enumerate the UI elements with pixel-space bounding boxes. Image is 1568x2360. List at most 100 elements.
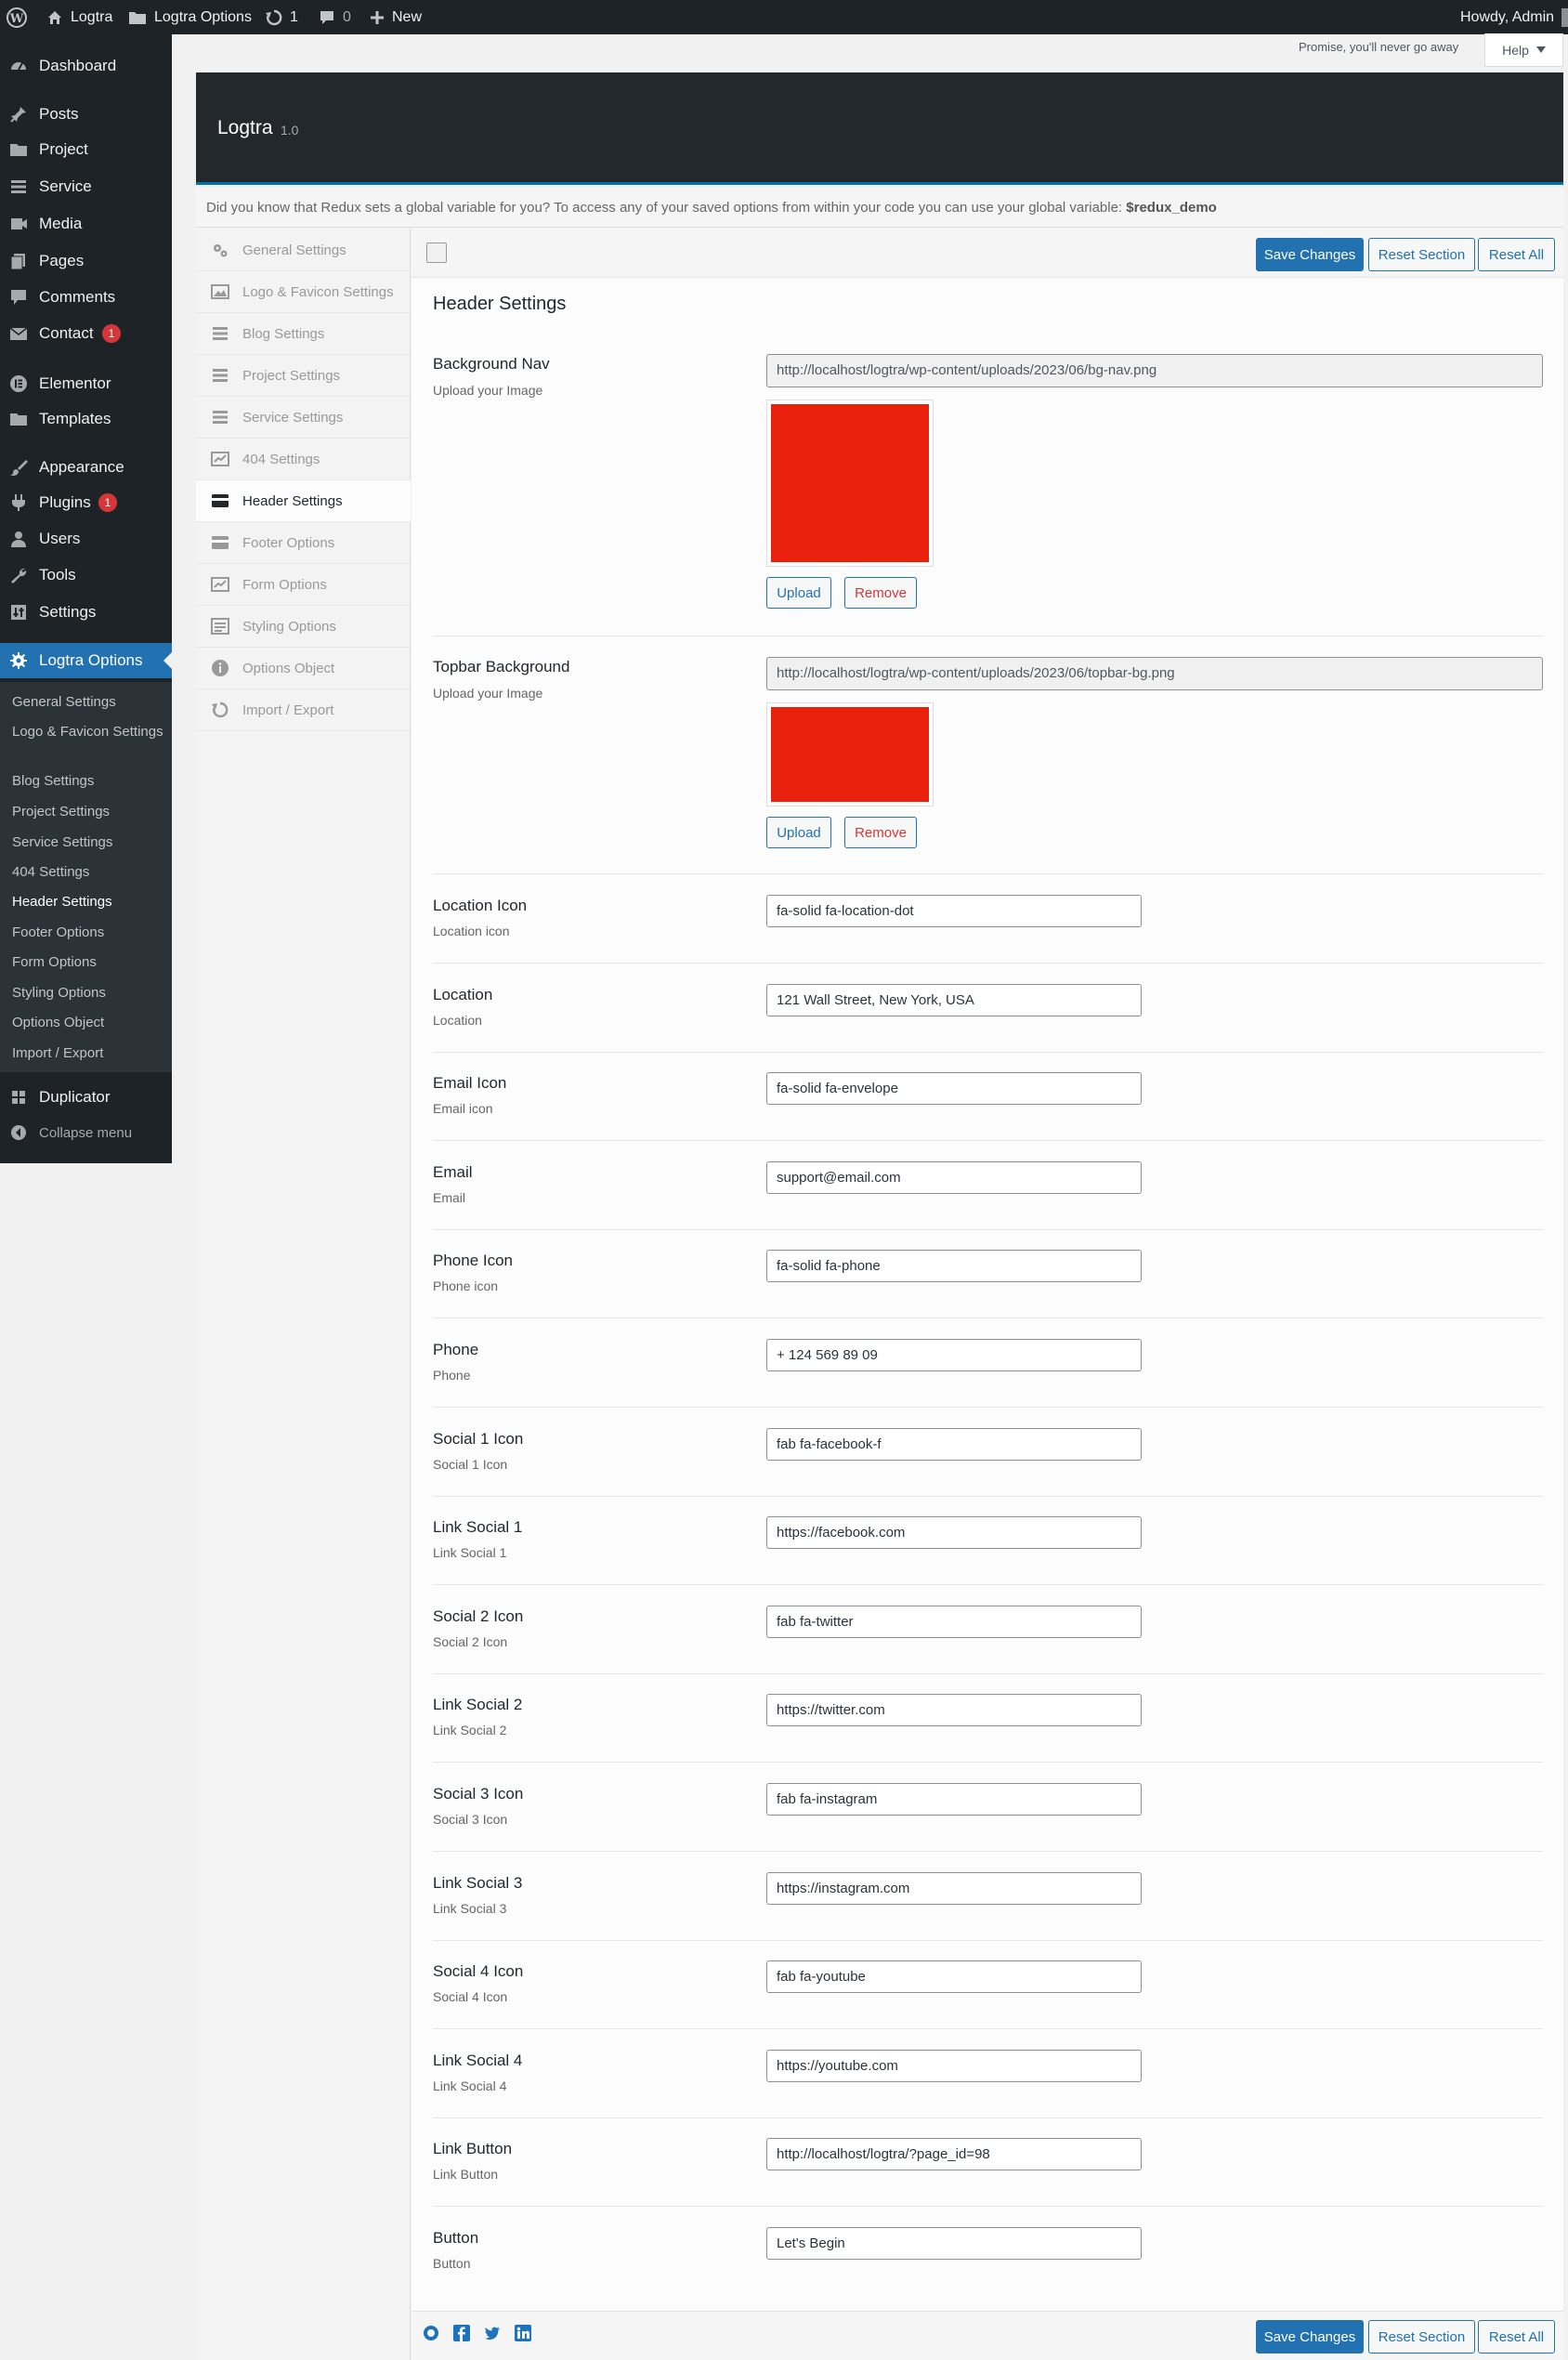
submenu-item-404-settings[interactable]: 404 Settings [12,863,165,882]
section-tab-styling-options[interactable]: Styling Options [196,606,411,648]
section-tab-form-options[interactable]: Form Options [196,564,411,606]
linkedin-icon[interactable] [515,2325,531,2341]
redux-icon[interactable] [423,2325,439,2341]
sidebar-item-pages[interactable]: Pages [0,243,172,279]
site-name-link[interactable]: Logtra [46,0,112,34]
options-link[interactable]: Logtra Options [128,0,252,34]
upload-button[interactable]: Upload [766,817,831,848]
sidebar-item-plugins[interactable]: Plugins 1 [0,485,172,520]
sidebar-item-label: Posts [39,105,79,123]
sidebar-item-elementor[interactable]: Elementor [0,366,172,401]
section-tab-import-export[interactable]: Import / Export [196,689,411,731]
text-input-link-button[interactable]: http://localhost/logtra/?page_id=98 [766,2138,1142,2171]
section-tab-footer-options[interactable]: Footer Options [196,522,411,564]
updates-link[interactable]: 1 [266,0,298,34]
text-input-phone[interactable]: + 124 569 89 09 [766,1339,1142,1371]
text-input-social-2-icon[interactable]: fab fa-twitter [766,1605,1142,1638]
duplicator-icon [9,1088,28,1107]
remove-button[interactable]: Remove [844,577,917,609]
reset-all-button[interactable]: Reset All [1478,238,1555,271]
text-input-button[interactable]: Let's Begin [766,2227,1142,2260]
facebook-icon[interactable] [453,2325,470,2341]
reset-section-button[interactable]: Reset Section [1368,238,1475,271]
count-badge: 1 [102,324,121,343]
submenu-item-logo-favicon-settings[interactable]: Logo & Favicon Settings [12,723,165,741]
redux-main-panel [412,228,1563,2360]
text-input-link-social-3[interactable]: https://instagram.com [766,1871,1142,1905]
help-tab[interactable]: Help [1484,33,1563,67]
section-tab-general-settings[interactable]: General Settings [196,229,411,271]
text-input-link-social-1[interactable]: https://facebook.com [766,1516,1142,1550]
text-input-social-1-icon[interactable]: fab fa-facebook-f [766,1427,1142,1461]
field-separator [433,1407,1543,1408]
sidebar-item-contact[interactable]: Contact 1 [0,316,172,351]
sidebar-item-templates[interactable]: Templates [0,401,172,437]
field-title: Social 4 Icon [433,1962,524,1981]
section-tab-404-settings[interactable]: 404 Settings [196,439,411,480]
submenu-item-options-object[interactable]: Options Object [12,1014,165,1032]
field-title: Social 2 Icon [433,1606,524,1625]
reset-section-button[interactable]: Reset Section [1368,2320,1475,2353]
reset-all-button[interactable]: Reset All [1478,2320,1555,2353]
upload-button[interactable]: Upload [766,577,831,609]
expand-options-icon[interactable] [426,243,447,263]
submenu-item-general-settings[interactable]: General Settings [12,693,165,712]
wordpress-logo-icon[interactable]: W [6,0,28,34]
my-account-link[interactable]: Howdy, Admin [1460,0,1568,34]
submenu-item-project-settings[interactable]: Project Settings [12,803,165,821]
text-input-email-icon[interactable]: fa-solid fa-envelope [766,1072,1142,1106]
save-changes-button[interactable]: Save Changes [1256,2320,1364,2353]
submenu-item-styling-options[interactable]: Styling Options [12,984,165,1003]
submenu-item-footer-options[interactable]: Footer Options [12,924,165,942]
submenu-item-import-export[interactable]: Import / Export [12,1044,165,1063]
comments-link[interactable]: 0 [319,0,351,34]
submenu-item-header-settings[interactable]: Header Settings [12,893,165,911]
remove-button[interactable]: Remove [844,817,917,848]
text-input-link-social-2[interactable]: https://twitter.com [766,1694,1142,1727]
sidebar-item-settings[interactable]: Settings [0,595,172,630]
sidebar-item-appearance[interactable]: Appearance [0,450,172,485]
field-title: Email Icon [433,1074,507,1093]
sidebar-item-comments[interactable]: Comments [0,280,172,315]
folder-icon [9,410,28,428]
section-tab-label: Project Settings [242,367,341,384]
text-input-email[interactable]: support@email.com [766,1160,1142,1194]
twitter-icon[interactable] [484,2325,501,2341]
sidebar-item-posts[interactable]: Posts [0,97,172,132]
save-changes-button[interactable]: Save Changes [1256,238,1364,271]
sidebar-item-collapse-menu[interactable]: Collapse menu [0,1115,172,1150]
sidebar-item-media[interactable]: Media [0,206,172,242]
field-subtitle: Link Social 2 [433,1723,507,1738]
text-input-location-icon[interactable]: fa-solid fa-location-dot [766,895,1142,927]
section-tab-logo-favicon-settings[interactable]: Logo & Favicon Settings [196,271,411,313]
submenu-item-form-options[interactable]: Form Options [12,953,165,972]
sidebar-item-project[interactable]: Project [0,132,172,167]
section-tab-project-settings[interactable]: Project Settings [196,355,411,397]
media-url-input[interactable]: http://localhost/logtra/wp-content/uploa… [766,657,1543,690]
section-tab-service-settings[interactable]: Service Settings [196,397,411,439]
sidebar-item-service[interactable]: Service [0,169,172,204]
sidebar-item-users[interactable]: Users [0,521,172,557]
text-input-social-4-icon[interactable]: fab fa-youtube [766,1960,1142,1994]
media-icon [9,215,28,233]
wrench-icon [9,566,28,584]
text-input-link-social-4[interactable]: https://youtube.com [766,2049,1142,2082]
sidebar-item-tools[interactable]: Tools [0,557,172,593]
section-tab-blog-settings[interactable]: Blog Settings [196,313,411,355]
sidebar-item-duplicator[interactable]: Duplicator [0,1080,172,1115]
sidebar-item-dashboard[interactable]: Dashboard [0,48,172,84]
text-input-phone-icon[interactable]: fa-solid fa-phone [766,1250,1142,1283]
sidebar-item-logtra-options[interactable]: Logtra Options [0,643,172,678]
credit-card-icon [211,492,229,510]
svg-text:W: W [9,12,24,26]
section-tab-label: Footer Options [242,534,335,551]
new-content-link[interactable]: New [370,0,422,34]
text-input-location[interactable]: 121 Wall Street, New York, USA [766,983,1142,1016]
section-tab-header-settings[interactable]: Header Settings [196,480,411,522]
section-tab-options-object[interactable]: Options Object [196,648,411,689]
submenu-item-blog-settings[interactable]: Blog Settings [12,772,165,791]
text-input-social-3-icon[interactable]: fab fa-instagram [766,1783,1142,1816]
media-url-input[interactable]: http://localhost/logtra/wp-content/uploa… [766,354,1543,387]
field-subtitle: Phone icon [433,1278,499,1294]
submenu-item-service-settings[interactable]: Service Settings [12,833,165,852]
